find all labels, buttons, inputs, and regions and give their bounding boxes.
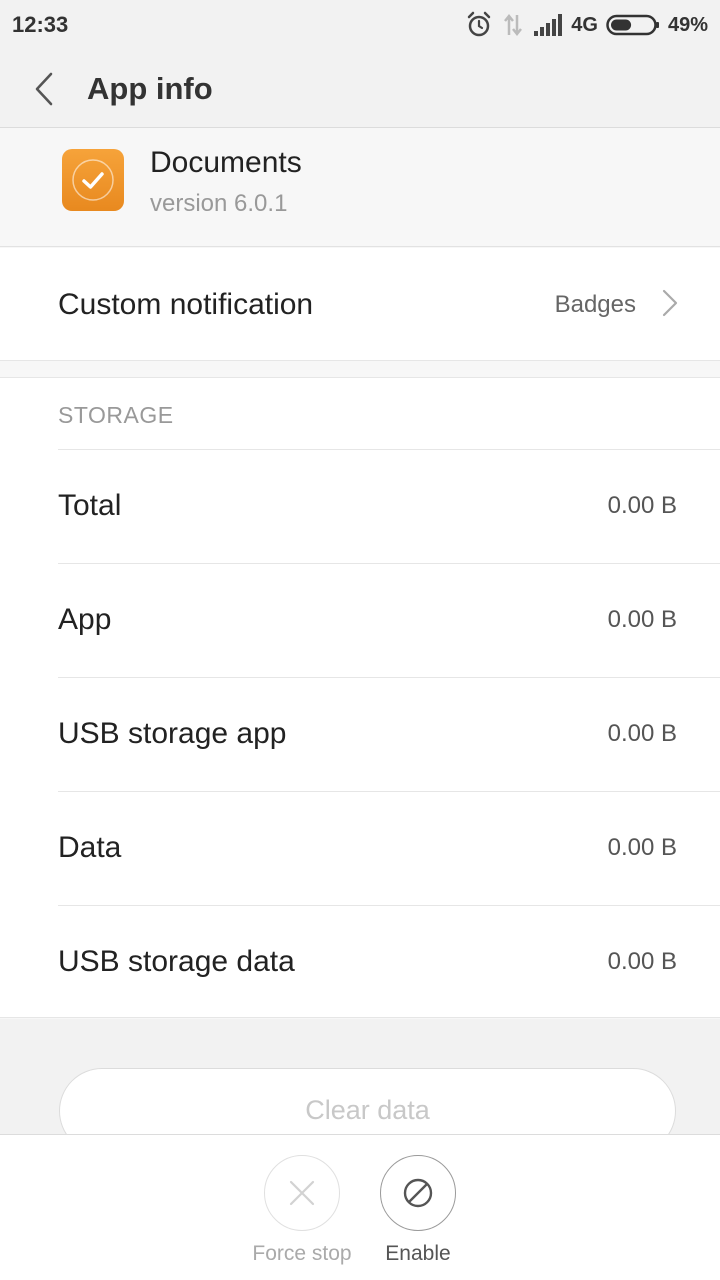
- force-stop-circle: [264, 1155, 340, 1231]
- documents-app-icon: [62, 149, 124, 211]
- row-value: 0.00 B: [607, 606, 677, 633]
- custom-notification-value: Badges: [554, 291, 636, 318]
- alarm-icon: [465, 11, 493, 39]
- enable-label: Enable: [385, 1242, 451, 1265]
- row-label: USB storage app: [58, 717, 287, 750]
- row-label: USB storage data: [58, 945, 295, 978]
- force-stop-label: Force stop: [252, 1242, 352, 1265]
- app-header: Documents version 6.0.1: [0, 129, 720, 247]
- force-stop-button[interactable]: Force stop: [242, 1155, 362, 1275]
- chevron-right-icon: [662, 289, 678, 317]
- bottom-action-bar: Force stop Enable: [0, 1134, 720, 1280]
- network-type: 4G: [571, 13, 598, 36]
- prohibited-icon: [403, 1178, 433, 1208]
- title-bar: App info: [0, 50, 720, 128]
- checkmark-icon: [72, 159, 114, 201]
- storage-row-usb-storage-data: USB storage data 0.00 B: [58, 905, 720, 1019]
- status-time: 12:33: [12, 12, 69, 37]
- clear-data-button[interactable]: Clear data: [59, 1068, 676, 1134]
- row-value: 0.00 B: [607, 720, 677, 747]
- row-value: 0.00 B: [607, 948, 677, 975]
- enable-circle: [380, 1155, 456, 1231]
- custom-notification-label: Custom notification: [58, 288, 314, 321]
- data-arrows-icon: [501, 11, 525, 39]
- row-value: 0.00 B: [607, 492, 677, 519]
- custom-notification-row[interactable]: Custom notification Badges: [0, 248, 720, 361]
- app-version: version 6.0.1: [150, 190, 288, 217]
- clear-data-area: Clear data: [0, 1019, 720, 1134]
- enable-button[interactable]: Enable: [358, 1155, 478, 1275]
- storage-row-usb-storage-app: USB storage app 0.00 B: [58, 677, 720, 791]
- row-label: App: [58, 603, 112, 636]
- row-value: 0.00 B: [607, 834, 677, 861]
- status-icons: 4G 49%: [465, 8, 708, 42]
- storage-section: STORAGE Total 0.00 B App 0.00 B USB stor…: [0, 377, 720, 1018]
- app-name: Documents: [150, 146, 302, 179]
- storage-row-app: App 0.00 B: [58, 563, 720, 677]
- storage-row-total: Total 0.00 B: [58, 449, 720, 563]
- storage-section-header: STORAGE: [58, 402, 174, 428]
- back-arrow-icon: [35, 72, 53, 106]
- page-title: App info: [87, 71, 213, 106]
- row-label: Data: [58, 831, 122, 864]
- row-label: Total: [58, 489, 122, 522]
- status-bar: 12:33 4G 49%: [0, 0, 720, 50]
- back-button[interactable]: [24, 68, 64, 110]
- battery-icon: [606, 14, 660, 36]
- signal-icon: [533, 13, 563, 37]
- storage-row-data: Data 0.00 B: [58, 791, 720, 905]
- close-icon: [289, 1180, 315, 1206]
- battery-percent: 49%: [667, 13, 708, 36]
